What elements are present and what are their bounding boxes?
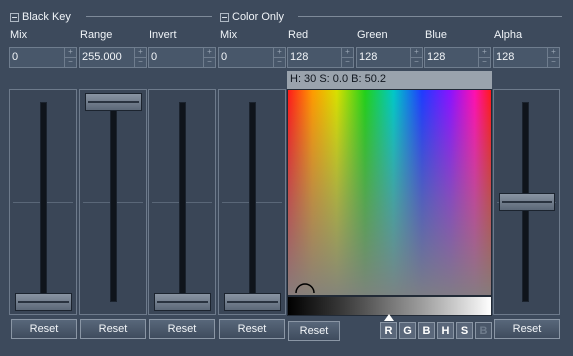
- slider-track: [110, 102, 117, 302]
- alpha-field[interactable]: 128 + −: [493, 47, 560, 68]
- color-mix-field[interactable]: 0 + −: [218, 47, 286, 68]
- mix-slider[interactable]: [9, 89, 77, 315]
- alpha-slider[interactable]: [493, 89, 560, 315]
- invert-slider[interactable]: [148, 89, 216, 315]
- invert-spinner[interactable]: + −: [204, 48, 215, 67]
- color-only-group-header: Color Only: [220, 10, 284, 24]
- invert-field[interactable]: 0 + −: [148, 47, 216, 68]
- range-slider[interactable]: [79, 89, 147, 315]
- mode-button-g[interactable]: G: [399, 322, 416, 339]
- alpha-reset-button[interactable]: Reset: [494, 319, 560, 339]
- red-spinner[interactable]: + −: [342, 48, 353, 67]
- blue-spinner[interactable]: + −: [479, 48, 490, 67]
- red-label: Red: [288, 29, 309, 41]
- collapse-minus-icon[interactable]: [10, 12, 19, 22]
- green-value[interactable]: 128: [357, 48, 411, 67]
- slider-thumb[interactable]: [154, 293, 211, 311]
- range-reset-button[interactable]: Reset: [80, 319, 146, 339]
- triangle-marker-icon[interactable]: [384, 314, 394, 321]
- spin-down-icon[interactable]: −: [204, 58, 215, 67]
- mode-button-s[interactable]: S: [456, 322, 473, 339]
- slider-thumb[interactable]: [224, 293, 281, 311]
- blue-label: Blue: [425, 29, 448, 41]
- color-mix-spinner[interactable]: + −: [274, 48, 285, 67]
- color-mix-reset-button[interactable]: Reset: [219, 319, 285, 339]
- alpha-label: Alpha: [494, 29, 523, 41]
- spin-down-icon[interactable]: −: [479, 58, 490, 67]
- mode-button-h[interactable]: H: [437, 322, 454, 339]
- color-reset-button[interactable]: Reset: [288, 321, 340, 341]
- black-key-title: Black Key: [22, 11, 71, 23]
- mix-label: Mix: [10, 29, 28, 41]
- spin-down-icon[interactable]: −: [274, 58, 285, 67]
- red-value[interactable]: 128: [288, 48, 342, 67]
- spin-down-icon[interactable]: −: [342, 58, 353, 67]
- alpha-spinner[interactable]: + −: [548, 48, 559, 67]
- color-cursor-icon[interactable]: [294, 280, 316, 294]
- invert-label: Invert: [149, 29, 177, 41]
- mode-button-r[interactable]: R: [380, 322, 397, 339]
- mix-reset-button[interactable]: Reset: [11, 319, 77, 339]
- red-field[interactable]: 128 + −: [287, 47, 354, 68]
- blue-field[interactable]: 128 + −: [424, 47, 491, 68]
- slider-thumb[interactable]: [499, 193, 555, 211]
- mode-button-b[interactable]: B: [418, 322, 435, 339]
- color-mix-label: Mix: [220, 29, 238, 41]
- slider-thumb[interactable]: [15, 293, 72, 311]
- green-spinner[interactable]: + −: [411, 48, 422, 67]
- hsb-readout: H: 30 S: 0.0 B: 50.2: [287, 71, 492, 89]
- alpha-value[interactable]: 128: [494, 48, 548, 67]
- range-field[interactable]: 255.000 + −: [79, 47, 147, 68]
- mix-field[interactable]: 0 + −: [9, 47, 77, 68]
- mix-value[interactable]: 0: [10, 48, 65, 67]
- color-mix-slider[interactable]: [218, 89, 286, 315]
- green-label: Green: [357, 29, 388, 41]
- green-field[interactable]: 128 + −: [356, 47, 423, 68]
- slider-track: [40, 102, 47, 302]
- blue-value[interactable]: 128: [425, 48, 479, 67]
- color-mix-value[interactable]: 0: [219, 48, 274, 67]
- invert-reset-button[interactable]: Reset: [149, 319, 215, 339]
- range-label: Range: [80, 29, 113, 41]
- black-key-group-header: Black Key: [10, 10, 71, 24]
- collapse-minus-icon[interactable]: [220, 12, 229, 22]
- spin-down-icon[interactable]: −: [411, 58, 422, 67]
- slider-track: [179, 102, 186, 302]
- spin-down-icon[interactable]: −: [548, 58, 559, 67]
- invert-value[interactable]: 0: [149, 48, 204, 67]
- range-spinner[interactable]: + −: [135, 48, 146, 67]
- slider-track: [249, 102, 256, 302]
- mix-spinner[interactable]: + −: [65, 48, 76, 67]
- color-picker-field[interactable]: [287, 89, 492, 296]
- spin-down-icon[interactable]: −: [135, 58, 146, 67]
- gray-ramp[interactable]: [287, 296, 492, 316]
- slider-thumb[interactable]: [85, 93, 142, 111]
- spin-down-icon[interactable]: −: [65, 58, 76, 67]
- group-divider: [298, 16, 562, 17]
- mode-button-brightness: B: [475, 322, 492, 339]
- color-only-title: Color Only: [232, 11, 284, 23]
- range-value[interactable]: 255.000: [80, 48, 135, 67]
- group-divider: [86, 16, 212, 17]
